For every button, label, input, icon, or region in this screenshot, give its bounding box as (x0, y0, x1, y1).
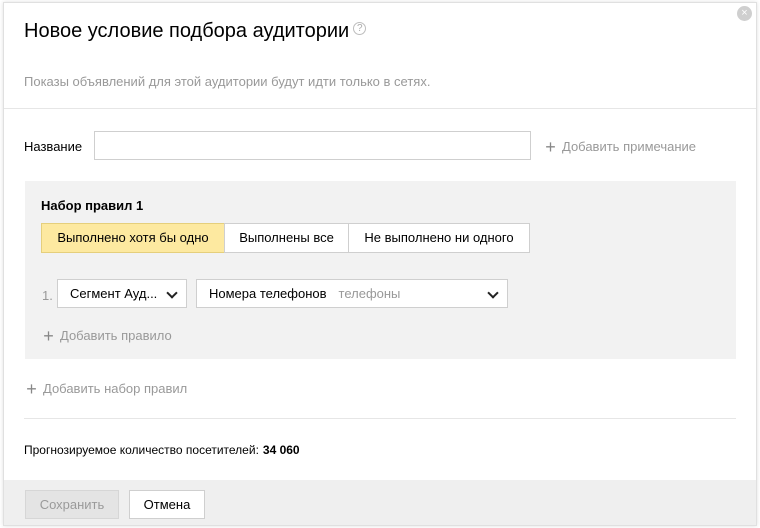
ruleset-title: Набор правил 1 (41, 198, 144, 213)
plus-icon: + (545, 137, 556, 157)
segment-value: Номера телефонов (209, 286, 327, 301)
dialog-title-row: Новое условие подбора аудитории? (24, 20, 367, 43)
help-icon[interactable]: ? (353, 22, 367, 35)
rule-type-value: Сегмент Ауд... (70, 286, 158, 301)
add-ruleset-link[interactable]: + Добавить набор правил (25, 379, 188, 399)
dialog-title: Новое условие подбора аудитории (24, 20, 350, 42)
divider (4, 108, 756, 109)
add-note-label: Добавить примечание (562, 139, 697, 154)
name-input[interactable] (94, 131, 531, 160)
segment-select[interactable]: Номера телефонов телефоны (196, 279, 508, 308)
chevron-down-icon (487, 287, 499, 299)
forecast-label: Прогнозируемое количество посетителей: (24, 443, 259, 457)
forecast-value: 34 060 (262, 443, 300, 457)
name-label: Название (24, 139, 83, 154)
forecast-row: Прогнозируемое количество посетителей: 34… (24, 443, 300, 457)
save-button[interactable]: Сохранить (25, 490, 119, 519)
add-rule-link[interactable]: + Добавить правило (42, 326, 172, 346)
segment-hint: телефоны (338, 286, 401, 301)
ruleset-panel: Набор правил 1 Выполнено хотя бы одно Вы… (25, 181, 736, 359)
dialog-footer: Сохранить Отмена (4, 480, 756, 525)
plus-icon: + (26, 379, 37, 399)
cancel-button[interactable]: Отмена (129, 490, 205, 519)
rule-number: 1. (42, 288, 53, 303)
dialog-subtitle: Показы объявлений для этой аудитории буд… (24, 74, 431, 89)
divider (24, 418, 736, 419)
mode-none-button[interactable]: Не выполнено ни одного (348, 223, 530, 253)
audience-condition-dialog: × Новое условие подбора аудитории? Показ… (3, 2, 757, 526)
plus-icon: + (43, 326, 54, 346)
add-rule-label: Добавить правило (60, 328, 172, 343)
add-ruleset-label: Добавить набор правил (43, 381, 188, 396)
add-note-link[interactable]: + Добавить примечание (544, 137, 697, 157)
mode-all-button[interactable]: Выполнены все (224, 223, 349, 253)
close-icon[interactable]: × (737, 6, 752, 21)
chevron-down-icon (166, 287, 178, 299)
rule-type-select[interactable]: Сегмент Ауд... (57, 279, 187, 308)
mode-any-button[interactable]: Выполнено хотя бы одно (41, 223, 225, 253)
